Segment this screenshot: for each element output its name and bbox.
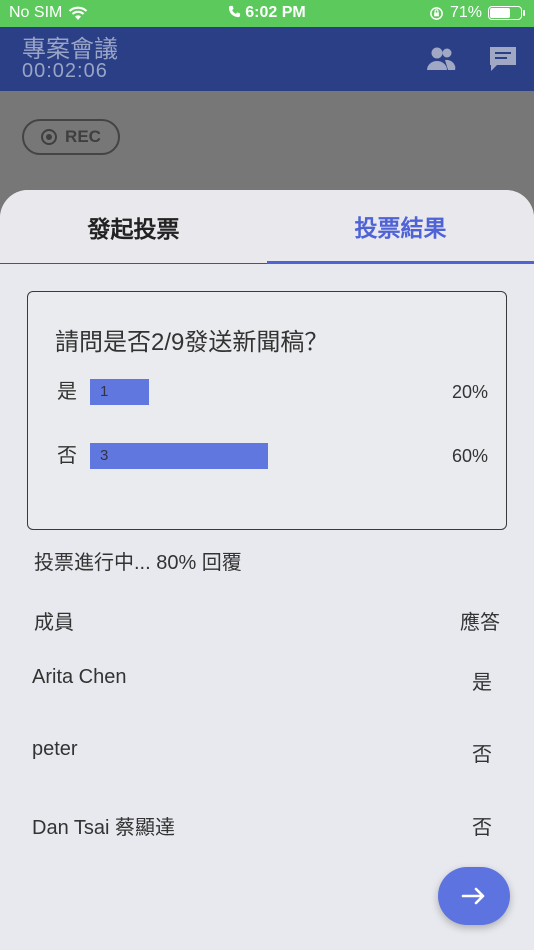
poll-result-card: 請問是否2/9發送新聞稿？ 是 1 20% 否 3 60% — [27, 291, 507, 530]
member-row: peter 否 — [32, 738, 492, 768]
poll-option-row: 是 1 20% — [28, 379, 506, 405]
poll-option-label: 是 — [57, 381, 77, 403]
battery-percent: 71% — [449, 4, 482, 21]
members-header-name: 成員 — [34, 612, 74, 634]
tab-start-poll[interactable]: 發起投票 — [0, 190, 267, 264]
chat-icon[interactable] — [488, 45, 518, 73]
next-fab-button[interactable] — [438, 867, 510, 925]
poll-option-row: 否 3 60% — [28, 443, 506, 469]
members-header-answer: 應答 — [460, 612, 500, 634]
poll-option-count: 1 — [100, 383, 109, 400]
member-answer: 是 — [472, 672, 492, 694]
poll-option-count: 3 — [100, 447, 109, 464]
phone-icon — [229, 5, 241, 18]
battery-charging-icon — [488, 6, 525, 20]
poll-option-track: 1 — [90, 379, 420, 405]
tab-poll-results[interactable]: 投票結果 — [267, 190, 534, 264]
orientation-lock-icon — [430, 6, 443, 20]
meeting-title: 專案會議 — [22, 36, 118, 63]
app-header: 專案會議 00:02:06 — [0, 27, 534, 91]
member-answer: 否 — [472, 744, 492, 766]
record-icon — [41, 129, 58, 145]
battery-level — [490, 8, 511, 18]
member-answer: 否 — [472, 817, 492, 839]
tab-bar: 發起投票 投票結果 — [0, 190, 534, 264]
poll-sheet: 發起投票 投票結果 請問是否2/9發送新聞稿？ 是 1 20% 否 3 60% … — [0, 190, 534, 950]
member-name: peter — [32, 738, 78, 760]
arrow-right-icon — [461, 887, 485, 905]
poll-option-bar — [90, 379, 150, 405]
poll-option-track: 3 — [90, 443, 420, 469]
meeting-timer: 00:02:06 — [22, 60, 108, 82]
status-bar: No SIM 6:02 PM 71% — [0, 0, 534, 27]
status-right: 71% — [429, 4, 525, 22]
poll-option-percent: 20% — [451, 382, 488, 402]
rec-label: REC — [65, 127, 101, 146]
status-time: 6:02 PM — [245, 4, 306, 21]
member-name: Dan Tsai 蔡顯達 — [32, 817, 176, 839]
rec-button[interactable]: REC — [22, 119, 120, 155]
member-name: Arita Chen — [32, 666, 127, 688]
member-row: Dan Tsai 蔡顯達 否 — [32, 811, 492, 841]
people-icon[interactable] — [426, 45, 456, 73]
poll-option-percent: 60% — [451, 446, 488, 466]
poll-option-label: 否 — [57, 445, 77, 467]
poll-progress-text: 投票進行中... 80% 回覆 — [34, 552, 242, 574]
member-row: Arita Chen 是 — [32, 666, 492, 696]
poll-question: 請問是否2/9發送新聞稿？ — [55, 329, 329, 356]
members-header: 成員 應答 — [34, 606, 500, 635]
poll-option-bar — [90, 443, 268, 469]
